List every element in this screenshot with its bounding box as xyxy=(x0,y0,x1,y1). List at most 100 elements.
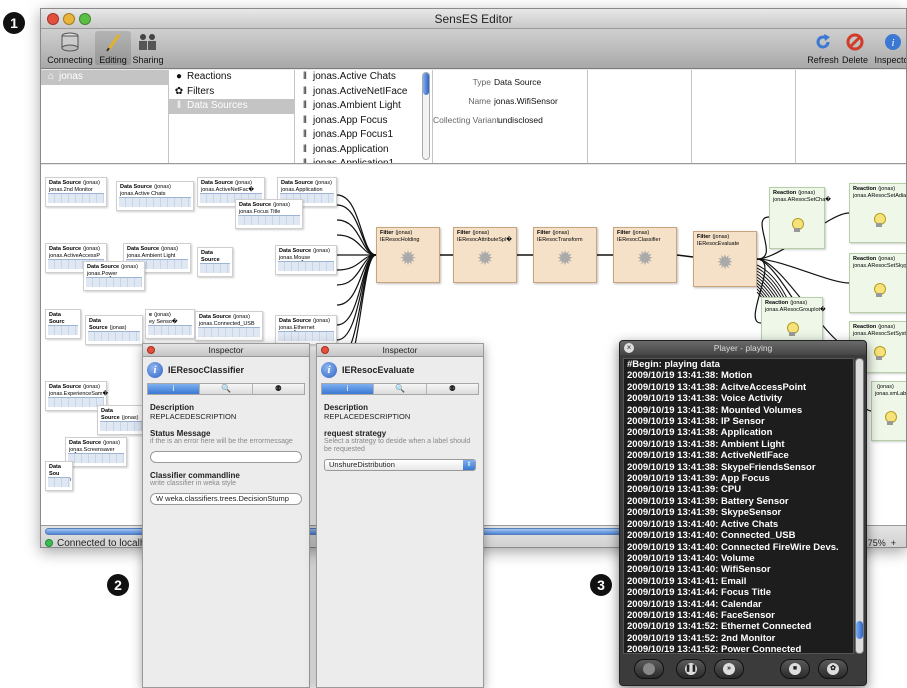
sensor-icon: ǁ xyxy=(302,143,308,155)
strategy-select[interactable]: UnshureDistribution ⇕ xyxy=(324,459,476,471)
data-source-node[interactable]: Data Source(jonas)jonas.WifiSensor xyxy=(85,315,143,345)
data-source-node[interactable]: Data Sourcjonas.App xyxy=(45,309,81,339)
node-type: Data Source (jonas) xyxy=(69,440,123,447)
player-close-button[interactable]: × xyxy=(624,343,634,353)
category-filters[interactable]: ✿ Filters xyxy=(169,85,294,100)
reaction-node[interactable]: Reaction (jonas) jonas.AResocSetAdia� xyxy=(849,183,906,243)
source-item[interactable]: ǁjonas.Application1 xyxy=(295,157,432,163)
data-source-node[interactable]: Data Source (jonas) jonas.2nd Monitor xyxy=(45,177,107,207)
delete-label: Delete xyxy=(841,55,868,65)
filter-node[interactable]: Filter (jonas) IEResocTransform ✹ xyxy=(533,227,597,283)
classifier-section: Classifier commandline write classifier … xyxy=(143,471,309,488)
source-item[interactable]: ǁ jonas.App Focus xyxy=(295,114,432,129)
node-type: Data Source (jonas) xyxy=(101,408,143,421)
log-line: 2009/10/19 13:41:52: 2nd Monitor xyxy=(627,632,776,644)
refresh-button[interactable]: Refresh xyxy=(805,31,841,65)
record-button[interactable] xyxy=(634,659,664,679)
pause-button[interactable]: ❚❚ xyxy=(676,659,706,679)
info-icon: i xyxy=(321,362,337,378)
inspector-close-button[interactable] xyxy=(321,346,329,354)
editing-button[interactable]: Editing xyxy=(95,31,131,65)
node-kind: Reaction xyxy=(773,190,797,196)
reaction-node[interactable]: Reaction (jonas) jonas.AResocSetCha� xyxy=(769,187,831,249)
node-kind: Data Sou xyxy=(49,464,61,477)
sharing-button[interactable]: Sharing xyxy=(131,31,165,65)
info-icon: i xyxy=(882,31,904,53)
log-line: 2009/10/19 13:41:39: App Focus xyxy=(627,473,770,485)
minimize-window-button[interactable] xyxy=(63,13,75,25)
data-source-node[interactable]: Data Source(jonas)jonas.Power Connect� xyxy=(83,261,145,291)
connecting-button[interactable]: Connecting xyxy=(47,31,93,65)
data-source-node[interactable]: Data Sourcejonas.CPU xyxy=(197,247,233,277)
fast-forward-button[interactable]: » xyxy=(714,659,744,679)
data-source-node[interactable]: Data Soujonas.Mo xyxy=(45,461,73,491)
sensor-icon: ǁ xyxy=(302,129,308,140)
status-message-field[interactable] xyxy=(150,451,302,463)
log-line: 2009/10/19 13:41:41: Email xyxy=(627,575,747,587)
tab-info[interactable]: i xyxy=(322,384,375,394)
category-reactions[interactable]: ● Reactions xyxy=(169,70,294,85)
sources-scroll-thumb[interactable] xyxy=(423,73,429,95)
log-line: 2009/10/19 13:41:40: WifiSensor xyxy=(627,564,771,576)
category-label: Filters xyxy=(187,85,215,97)
source-item[interactable]: ǁ jonas.App Focus1 xyxy=(295,128,432,143)
node-kind: Reaction xyxy=(765,300,789,306)
classifier-cmd-field[interactable]: W weka.classifiers.trees.DecisionStump xyxy=(150,493,302,505)
filter-node[interactable]: Filter (jonas) IEResocClassifier ✹ xyxy=(613,227,677,283)
node-name: IEResocTransform xyxy=(537,236,583,243)
filter-node[interactable]: Filter (jonas) IEResocEvaluate ✹ xyxy=(693,231,757,287)
user-row-jonas[interactable]: ⌂ jonas xyxy=(41,70,168,85)
column-browser: ⌂ jonas ● Reactions ✿ Filters ǁ Data Sources… xyxy=(41,70,906,164)
node-name: jonas.AResocSetAdia� xyxy=(853,192,906,199)
source-label: jonas.Ambient Light xyxy=(313,100,401,111)
tab-sharing[interactable]: ⚉ xyxy=(253,384,304,394)
reaction-node[interactable]: Reaction(jonas)jonas.AResocSetSkyp� xyxy=(849,253,906,313)
node-name: jonas.AResocGrouplot� xyxy=(765,306,826,313)
bulb-icon xyxy=(786,322,799,336)
category-data-sources[interactable]: ǁ Data Sources xyxy=(169,99,294,114)
source-item[interactable]: ǁ jonas.Application xyxy=(295,143,432,158)
property-value: Data Source xyxy=(494,77,542,87)
inspector-object-name: IEResocEvaluate xyxy=(342,365,415,375)
inspector-close-button[interactable] xyxy=(147,346,155,354)
inspector-button[interactable]: i Inspector xyxy=(873,31,906,65)
zoom-in-icon[interactable]: + xyxy=(891,538,896,547)
tab-info[interactable]: i xyxy=(148,384,201,394)
zoom-level[interactable]: 75% + xyxy=(868,538,896,547)
toolbar: Connecting Editing Sharing Refresh Delet… xyxy=(41,29,906,69)
close-window-button[interactable] xyxy=(47,13,59,25)
gear-icon: ✿ xyxy=(174,85,184,97)
data-source-node[interactable]: e (jonas) ey Senso� xyxy=(145,309,195,339)
data-source-node[interactable]: Data Source (jonas) jonas.Active Chats xyxy=(116,181,194,211)
status-dot-icon xyxy=(45,539,53,547)
sharing-label: Sharing xyxy=(132,55,164,65)
source-item[interactable]: ǁ jonas.ActiveNetIFace xyxy=(295,85,432,100)
settings-button[interactable]: ✿ xyxy=(818,659,848,679)
tab-sharing[interactable]: ⚉ xyxy=(427,384,478,394)
data-source-node[interactable]: Data Source (jonas) jonas.Connected_USB xyxy=(195,311,263,341)
node-name: IEResocClassifier xyxy=(617,236,661,243)
reaction-node[interactable]: (jonas)jonas.smLabelReque� xyxy=(871,381,906,441)
classifier-cmd-label: Classifier commandline xyxy=(150,471,240,480)
player-log-scrollbar[interactable] xyxy=(855,358,864,654)
zoom-window-button[interactable] xyxy=(79,13,91,25)
callout-1: 1 xyxy=(3,12,25,34)
tab-search[interactable]: 🔍 xyxy=(200,384,253,394)
log-line: 2009/10/19 13:41:44: Focus Title xyxy=(627,587,771,599)
data-source-node[interactable]: Data Source(jonas)jonas.Input Idle xyxy=(97,405,147,435)
delete-button[interactable]: Delete xyxy=(839,31,871,65)
sources-scrollbar[interactable] xyxy=(422,72,430,160)
stop-button[interactable]: ■ xyxy=(780,659,810,679)
data-source-node[interactable]: Data Source(jonas)jonas.Ethernet Conn� xyxy=(275,315,337,345)
filter-node[interactable]: Filter (jonas) IEResocAttributeSpl� ✹ xyxy=(453,227,517,283)
node-owner: (jonas) xyxy=(552,230,570,236)
tab-search[interactable]: 🔍 xyxy=(374,384,427,394)
source-item[interactable]: ǁ jonas.Active Chats xyxy=(295,70,432,85)
sparkline-strip xyxy=(148,325,192,335)
data-source-node[interactable]: Data Source(jonas)jonas.Screensaver A� xyxy=(65,437,127,467)
player-scroll-thumb[interactable] xyxy=(856,621,863,639)
data-source-node[interactable]: Data Source(jonas)jonas.Mouse Connect� xyxy=(275,245,337,275)
filter-node[interactable]: Filter (jonas) IEResocHolding ✹ xyxy=(376,227,440,283)
data-source-node[interactable]: Data Source (jonas) jonas.Focus Title xyxy=(235,199,303,229)
source-item[interactable]: ǁ jonas.Ambient Light xyxy=(295,99,432,114)
